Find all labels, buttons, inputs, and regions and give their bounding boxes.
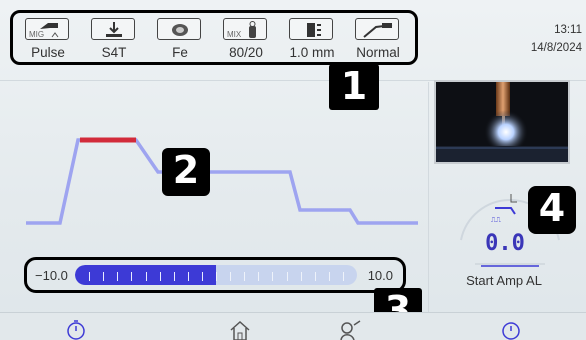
slider-tick bbox=[258, 272, 259, 281]
slider-tick bbox=[343, 272, 344, 281]
bottom-nav bbox=[0, 312, 586, 340]
amp-parameter-label: Start Amp AL bbox=[466, 273, 542, 288]
slider-tick bbox=[329, 272, 330, 281]
timer-icon[interactable] bbox=[66, 319, 86, 340]
weld-curve bbox=[26, 138, 418, 225]
slider-tick bbox=[117, 272, 118, 281]
slider-max-label: 10.0 bbox=[367, 268, 393, 283]
slider-tick bbox=[315, 272, 316, 281]
value-slider[interactable]: −10.0 10.0 bbox=[24, 257, 406, 293]
slider-tick bbox=[174, 272, 175, 281]
slider-tick bbox=[89, 272, 90, 281]
welder-screen: MIG Pulse S4T Fe MIX 80/20 1.0 mm Normal… bbox=[0, 0, 586, 340]
slider-tick bbox=[131, 272, 132, 281]
home-icon[interactable] bbox=[228, 319, 252, 340]
slider-tick bbox=[146, 272, 147, 281]
slider-tick bbox=[244, 272, 245, 281]
weld-sequence-graph[interactable] bbox=[0, 100, 428, 250]
amp-value: 0.0 bbox=[485, 231, 525, 256]
slider-min-label: −10.0 bbox=[35, 268, 68, 283]
param-label: S4T bbox=[101, 45, 127, 60]
param-mig-pulse[interactable]: MIG Pulse bbox=[17, 18, 79, 62]
material-spool-icon bbox=[157, 18, 201, 40]
param-gas-mix[interactable]: MIX 80/20 bbox=[215, 18, 277, 62]
svg-text:MIG: MIG bbox=[29, 30, 44, 39]
wire-feed-icon bbox=[289, 18, 333, 40]
param-trigger-mode[interactable]: S4T bbox=[83, 18, 145, 62]
gas-cylinder-icon: MIX bbox=[223, 18, 267, 40]
slider-tick bbox=[103, 272, 104, 281]
trigger-icon bbox=[91, 18, 135, 40]
slider-tick bbox=[202, 272, 203, 281]
ramp-icon bbox=[495, 207, 516, 215]
weld-preview-image bbox=[434, 80, 570, 164]
svg-text:⎍⎍: ⎍⎍ bbox=[491, 217, 501, 224]
param-label: 1.0 mm bbox=[289, 45, 335, 60]
slider-tick bbox=[230, 272, 231, 281]
callout-2: 2 bbox=[162, 148, 210, 196]
slider-tick bbox=[216, 272, 217, 281]
slider-tick bbox=[160, 272, 161, 281]
welder-icon[interactable] bbox=[338, 319, 362, 340]
slider-tick bbox=[272, 272, 273, 281]
time-text: 13:11 bbox=[554, 24, 582, 36]
parameter-bar: MIG Pulse S4T Fe MIX 80/20 1.0 mm Normal bbox=[10, 10, 418, 65]
mig-torch-icon: MIG bbox=[25, 18, 69, 40]
param-label: 80/20 bbox=[229, 45, 263, 60]
slider-tick bbox=[287, 272, 288, 281]
panel-divider bbox=[428, 82, 429, 312]
datetime: 13:11 14/8/2024 bbox=[482, 21, 582, 57]
torch-icon bbox=[355, 18, 399, 40]
param-material[interactable]: Fe bbox=[149, 18, 211, 62]
settings-timer-icon[interactable] bbox=[501, 319, 521, 340]
param-label: Fe bbox=[172, 45, 188, 60]
slider-track[interactable] bbox=[75, 265, 357, 285]
date-text: 14/8/2024 bbox=[530, 42, 582, 54]
slider-tick bbox=[188, 272, 189, 281]
slider-tick bbox=[301, 272, 302, 281]
param-wire-diameter[interactable]: 1.0 mm bbox=[281, 18, 343, 62]
param-label: Pulse bbox=[31, 45, 65, 60]
param-torch-mode[interactable]: Normal bbox=[347, 18, 409, 62]
callout-4: 4 bbox=[528, 186, 576, 234]
param-label: Normal bbox=[356, 45, 400, 60]
svg-text:MIX: MIX bbox=[227, 30, 242, 39]
